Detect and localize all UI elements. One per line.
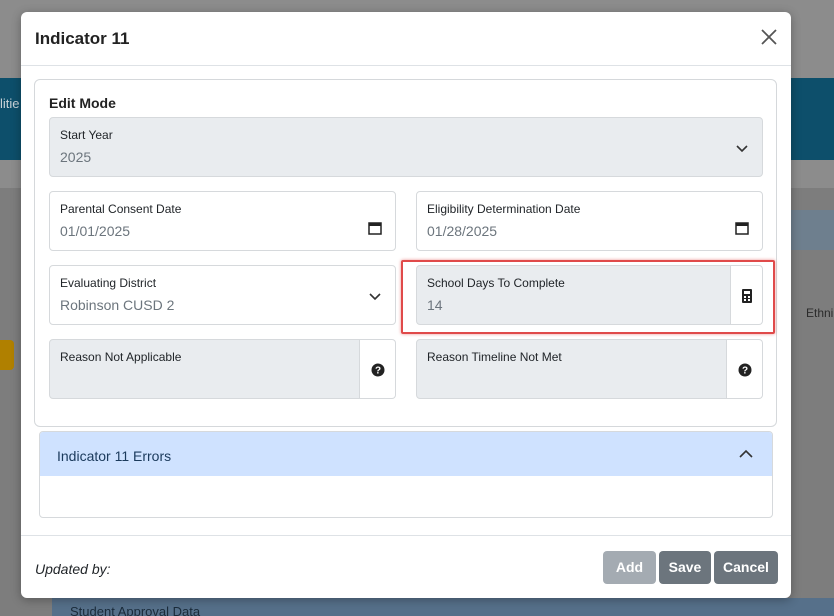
errors-accordion-header[interactable]: Indicator 11 Errors (40, 432, 772, 476)
background-side-tab (0, 340, 14, 370)
reason-timeline-field[interactable]: Reason Timeline Not Met (416, 339, 727, 399)
parental-consent-date-field[interactable]: Parental Consent Date 01/01/2025 (49, 191, 396, 251)
start-year-value: 2025 (60, 149, 92, 165)
highlight-box (401, 260, 775, 334)
reason-not-applicable-field[interactable]: Reason Not Applicable (49, 339, 360, 399)
edit-mode-heading: Edit Mode (49, 95, 116, 111)
calendar-icon[interactable] (367, 220, 383, 236)
question-circle-icon: ? (738, 363, 752, 377)
modal-footer: Updated by: Add Save Cancel (21, 535, 791, 598)
modal-title: Indicator 11 (35, 29, 130, 48)
reason-timeline-help[interactable]: ? (727, 339, 763, 399)
reason-not-applicable-help[interactable]: ? (360, 339, 396, 399)
evaluating-district-label: Evaluating District (60, 276, 157, 290)
eligibility-label: Eligibility Determination Date (427, 202, 581, 216)
svg-text:?: ? (375, 366, 381, 377)
calendar-icon[interactable] (734, 220, 750, 236)
close-icon[interactable] (759, 26, 779, 48)
reason-timeline-label: Reason Timeline Not Met (427, 350, 562, 364)
chevron-up-icon (739, 449, 753, 458)
eligibility-date-field[interactable]: Eligibility Determination Date 01/28/202… (416, 191, 763, 251)
modal-header: Indicator 11 (21, 12, 791, 66)
chevron-down-icon (369, 293, 381, 301)
chevron-down-icon (736, 145, 748, 153)
evaluating-district-select[interactable]: Evaluating District Robinson CUSD 2 (49, 265, 396, 325)
indicator-modal: Indicator 11 Edit Mode Start Year 2025 P… (21, 12, 791, 598)
question-circle-icon: ? (371, 363, 385, 377)
add-button[interactable]: Add (603, 551, 656, 584)
svg-text:?: ? (742, 366, 748, 377)
background-nav-text: litie (0, 96, 20, 111)
start-year-select[interactable]: Start Year 2025 (49, 117, 763, 177)
parental-consent-label: Parental Consent Date (60, 202, 182, 216)
save-button[interactable]: Save (659, 551, 711, 584)
cancel-button[interactable]: Cancel (714, 551, 778, 584)
parental-consent-value: 01/01/2025 (60, 223, 131, 239)
errors-title: Indicator 11 Errors (57, 448, 172, 464)
start-year-label: Start Year (60, 128, 113, 142)
updated-by-label: Updated by: (35, 561, 111, 577)
evaluating-district-value: Robinson CUSD 2 (60, 297, 175, 313)
background-column-label: Ethni (806, 306, 834, 320)
errors-accordion: Indicator 11 Errors (39, 431, 773, 518)
background-section-label: Student Approval Data (70, 604, 201, 616)
background-column-header (790, 210, 834, 250)
eligibility-value: 01/28/2025 (427, 223, 498, 239)
reason-not-applicable-label: Reason Not Applicable (60, 350, 182, 364)
